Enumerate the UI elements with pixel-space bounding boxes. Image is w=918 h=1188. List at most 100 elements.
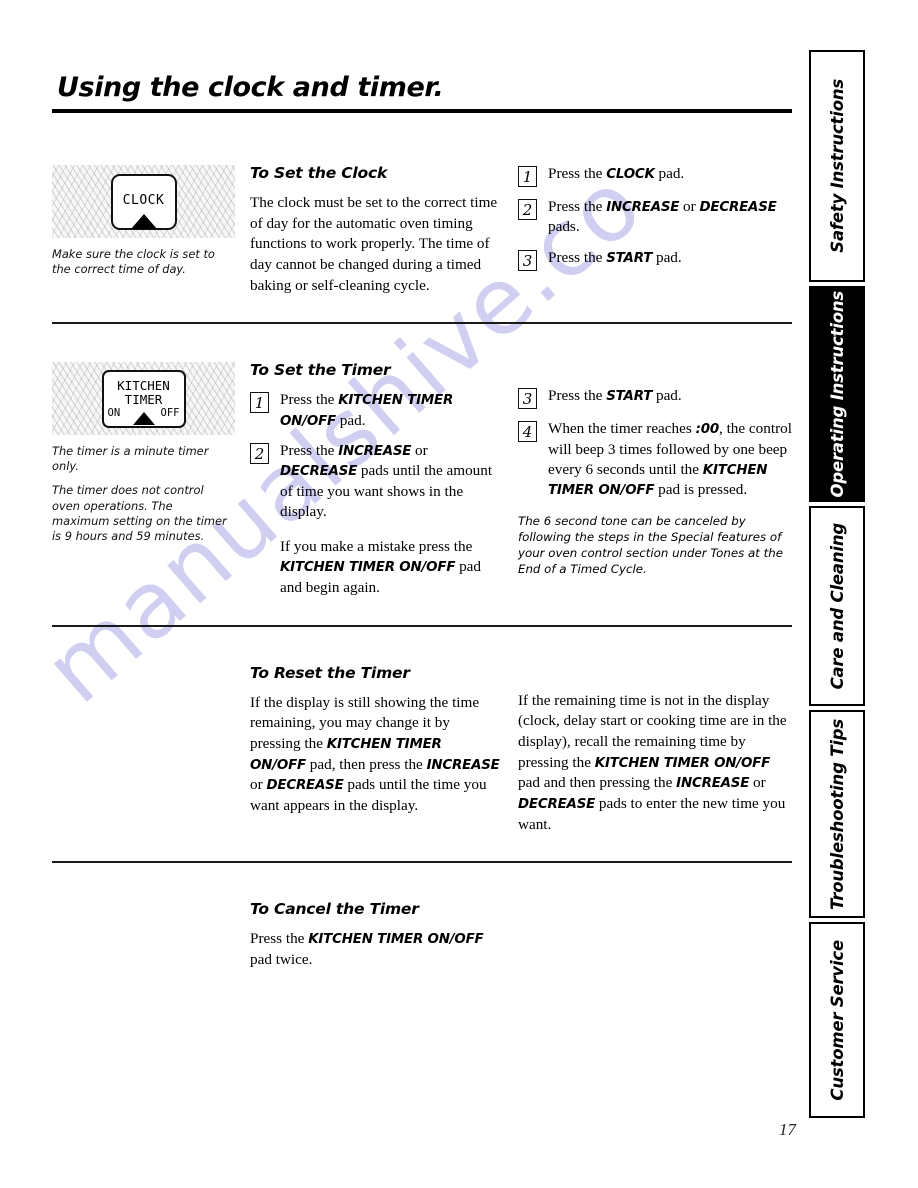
triangle-up-icon: [130, 213, 157, 229]
tab-care-and-cleaning[interactable]: Care and Cleaning: [809, 506, 865, 706]
manual-page: Using the clock and timer. CLOCK Make su…: [0, 0, 918, 1188]
step-text-post: pad.: [335, 411, 366, 429]
cancel-timer-right-empty: [518, 883, 792, 900]
heading-set-clock: To Set the Clock: [250, 164, 388, 182]
clock-pad-label: CLOCK: [122, 193, 165, 209]
pad-name: DECREASE: [280, 464, 358, 480]
step-text-pre: Press the: [280, 442, 339, 460]
clock-caption: Make sure the clock is set to the correc…: [52, 247, 230, 277]
step-number: 2: [518, 199, 537, 220]
kitchen-timer-pad-label-1: KITCHEN: [117, 378, 170, 394]
clock-pad[interactable]: CLOCK: [110, 173, 177, 230]
step-text: When the timer reaches :00, the control …: [548, 419, 792, 500]
pad-name: KITCHEN TIMER ON/OFF: [308, 932, 484, 948]
text-mid: or: [749, 774, 766, 792]
pad-name: KITCHEN TIMER ON/OFF: [594, 755, 771, 771]
section-set-clock: CLOCK Make sure the clock is set to the …: [52, 147, 792, 296]
text-mid: or: [250, 776, 267, 794]
step-text-pre: Press the: [548, 248, 607, 266]
timer-caption: The timer is a minute timer only. The ti…: [52, 444, 230, 543]
step-item: 3 Press the START pad.: [518, 248, 792, 271]
section-cancel-timer: To Cancel the Timer Press the KITCHEN TI…: [52, 883, 792, 970]
step-number: 3: [518, 249, 537, 271]
step-text: Press the START pad.: [548, 248, 792, 268]
control-panel-art: CLOCK: [52, 165, 235, 238]
clock-description: To Set the Clock The clock must be set t…: [250, 147, 518, 296]
step-number: 2: [250, 443, 269, 465]
timer-tone-note: The 6 second tone can be canceled by fol…: [518, 513, 783, 576]
step-text-pre: Press the: [548, 198, 607, 215]
tab-operating-instructions[interactable]: Operating Instructions: [809, 286, 865, 502]
step-item: 1 Press the CLOCK pad.: [518, 164, 792, 187]
reset-timer-left-text: If the display is still showing the time…: [250, 693, 502, 817]
tab-safety-instructions[interactable]: Safety Instructions: [809, 50, 865, 282]
step-text: Press the INCREASE or DECREASE pads.: [548, 197, 792, 238]
control-panel-art: KITCHEN TIMER ON OFF: [52, 362, 235, 436]
pad-name: CLOCK: [606, 167, 655, 182]
pad-name: INCREASE: [426, 757, 500, 773]
clock-caption-line: Make sure the clock is set to the correc…: [52, 247, 215, 277]
set-timer-steps-right: 3 Press the START pad. 4 When the timer …: [518, 344, 792, 577]
tab-troubleshooting-tips[interactable]: Troubleshooting Tips: [809, 710, 865, 918]
text-mid: pad and then pressing the: [518, 774, 677, 792]
step-text-post: pad is pressed.: [654, 481, 748, 499]
tab-label: Troubleshooting Tips: [827, 718, 847, 910]
clock-steps: 1 Press the CLOCK pad. 2 Press the INCRE…: [518, 147, 792, 271]
clock-step-list: 1 Press the CLOCK pad. 2 Press the INCRE…: [518, 164, 792, 271]
step-text-post: pad.: [652, 248, 682, 266]
pad-name: DECREASE: [699, 200, 777, 215]
kitchen-timer-pad[interactable]: KITCHEN TIMER ON OFF: [101, 369, 186, 428]
pad-name: START: [606, 250, 653, 266]
timer-mistake-pre: If you make a mistake press the: [280, 537, 473, 555]
clock-pad-figure: CLOCK Make sure the clock is set to the …: [52, 147, 250, 277]
heading-reset-timer: To Reset the Timer: [250, 663, 410, 682]
step-text-pre: When the timer reaches: [548, 420, 696, 438]
step-number: 1: [518, 166, 537, 187]
pad-name: START: [606, 389, 653, 405]
timer-pad-figure: KITCHEN TIMER ON OFF The timer is a minu…: [52, 344, 250, 543]
reset-timer-right: If the remaining time is not in the disp…: [518, 647, 792, 836]
reset-timer-right-text: If the remaining time is not in the disp…: [518, 691, 792, 836]
kitchen-timer-on-label: ON: [107, 407, 121, 420]
heading-cancel-timer: To Cancel the Timer: [250, 900, 419, 919]
tab-label: Safety Instructions: [827, 79, 847, 253]
cancel-timer-text: Press the KITCHEN TIMER ON/OFF pad twice…: [250, 929, 502, 970]
timer-zero-value: :00: [695, 422, 720, 438]
page-number: 17: [779, 1120, 796, 1139]
section-set-timer: KITCHEN TIMER ON OFF The timer is a minu…: [52, 344, 792, 598]
step-text-pre: Press the: [548, 387, 607, 405]
step-text-post: pad.: [654, 165, 685, 182]
pad-name: INCREASE: [606, 200, 680, 215]
timer-caption-line: The timer is a minute timer only.: [52, 444, 209, 474]
text-post: pad twice.: [250, 950, 313, 968]
pad-name: INCREASE: [338, 444, 412, 460]
tab-label: Customer Service: [827, 939, 847, 1101]
step-item: 3 Press the START pad.: [518, 386, 792, 410]
step-text-pre: Press the: [548, 165, 607, 182]
step-text-mid: or: [411, 442, 428, 460]
step-item: 1 Press the KITCHEN TIMER ON/OFF pad.: [250, 390, 502, 431]
pad-name: INCREASE: [676, 776, 750, 792]
step-text: Press the INCREASE or DECREASE pads unti…: [280, 441, 502, 522]
step-number: 1: [250, 392, 269, 414]
tab-customer-service[interactable]: Customer Service: [809, 922, 865, 1118]
timer-mistake-text: If you make a mistake press the KITCHEN …: [250, 537, 502, 599]
step-number: 4: [518, 421, 537, 443]
triangle-up-icon: [132, 411, 155, 425]
text-pre: Press the: [250, 930, 309, 948]
pad-name: KITCHEN TIMER ON/OFF: [280, 560, 456, 576]
kitchen-timer-pad-label-2: TIMER: [124, 391, 163, 407]
step-text-post: pad.: [652, 387, 682, 405]
step-item: 2 Press the INCREASE or DECREASE pads un…: [250, 441, 502, 522]
heading-set-timer: To Set the Timer: [250, 361, 391, 380]
kitchen-timer-off-label: OFF: [160, 407, 180, 420]
